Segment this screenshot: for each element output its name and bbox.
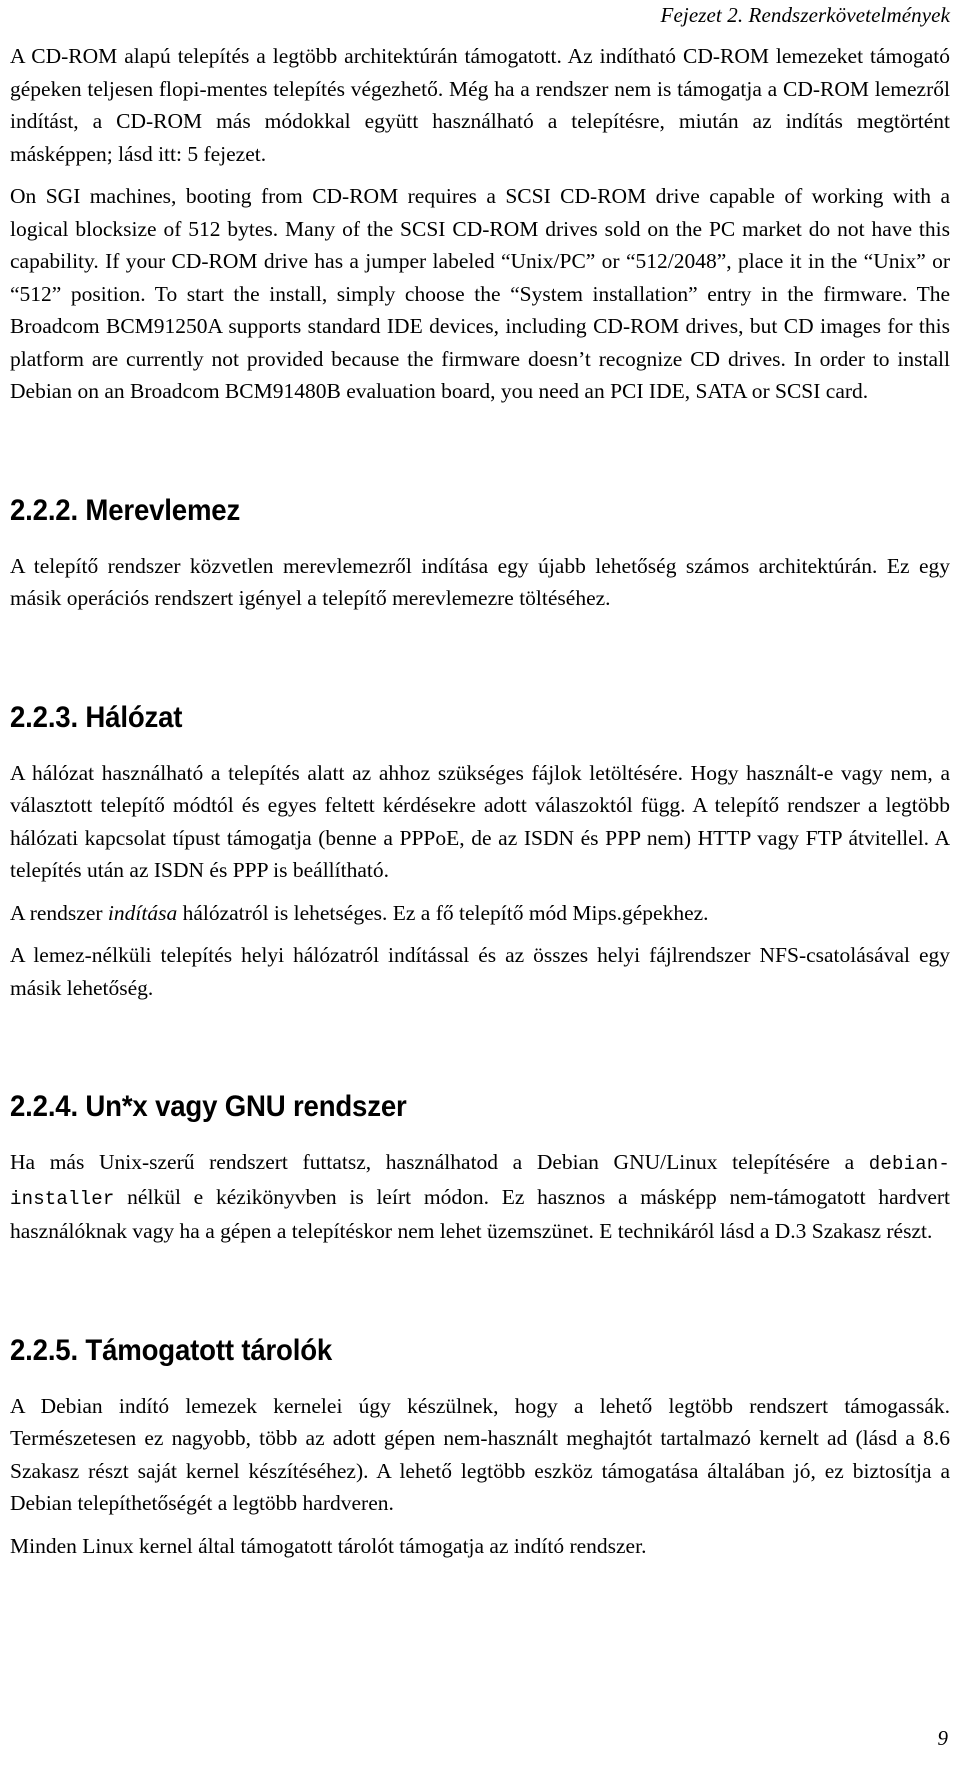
- paragraph-halozat-3: A lemez-nélküli telepítés helyi hálózatr…: [10, 943, 950, 1000]
- heading-2-2-4-unix-gnu: 2.2.4. Un*x vagy GNU rendszer: [10, 1090, 407, 1123]
- paragraph-tarolok-1: A Debian indító lemezek kernelei úgy kés…: [10, 1393, 950, 1516]
- heading-2-2-5-tamogatott-tarolok: 2.2.5. Támogatott tárolók: [10, 1333, 333, 1367]
- running-header: Fejezet 2. Rendszerkövetelmények: [660, 3, 950, 27]
- paragraph-unix-gnu: Ha más Unix-szerű rendszert futtatsz, ha…: [10, 1146, 950, 1248]
- page-content: Fejezet 2. Rendszerkövetelmények A CD-RO…: [10, 0, 950, 1562]
- document-page: Fejezet 2. Rendszerkövetelmények A CD-RO…: [0, 0, 960, 1769]
- page-number: 9: [937, 1726, 949, 1750]
- heading-2-2-3-halozat: 2.2.3. Hálózat: [10, 700, 183, 734]
- paragraph-halozat-1: A hálózat használható a telepítés alatt …: [10, 760, 950, 883]
- halozat-2-text-after: hálózatról is lehetséges. Ez a fő telepí…: [177, 900, 709, 925]
- halozat-2-emphasis: indítása: [107, 900, 178, 925]
- paragraph-halozat-2: A rendszer indítása hálózatról is lehets…: [10, 897, 950, 930]
- heading-2-2-2-merevlemez: 2.2.2. Merevlemez: [10, 493, 241, 527]
- paragraph-cdrom-hungarian: A CD-ROM alapú telepítés a legtöbb archi…: [10, 44, 950, 166]
- halozat-2-text-before: A rendszer: [10, 900, 108, 925]
- unix-text-before: Ha más Unix-szerű rendszert futtatsz, ha…: [10, 1150, 869, 1174]
- unix-text-after: nélkül e kézikönyvben is leírt módon. Ez…: [10, 1184, 950, 1244]
- paragraph-cdrom-english: On SGI machines, booting from CD-ROM req…: [10, 184, 950, 403]
- paragraph-tarolok-2: Minden Linux kernel által támogatott tár…: [10, 1533, 647, 1558]
- paragraph-merevlemez: A telepítő rendszer közvetlen merevlemez…: [10, 553, 950, 611]
